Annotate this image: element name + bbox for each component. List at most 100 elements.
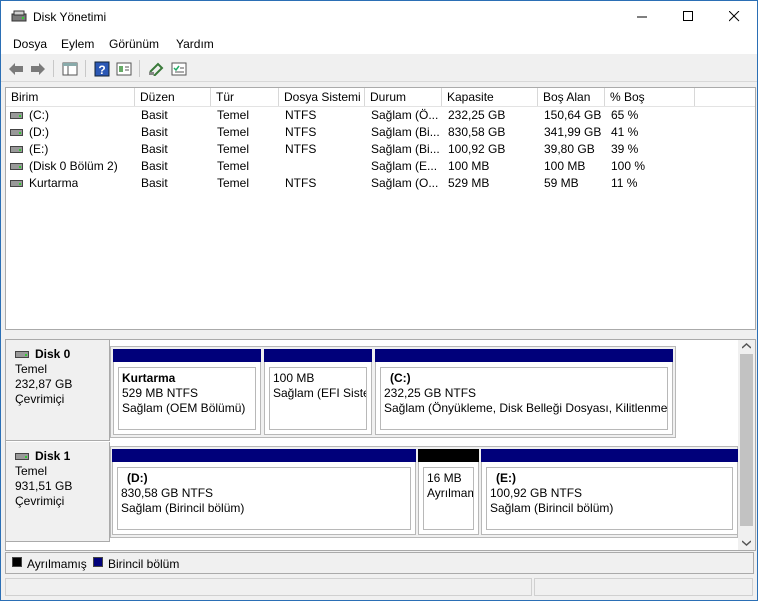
primary-partition-bar <box>113 349 261 362</box>
legend-bar: Ayrılmamış Birincil bölüm <box>5 552 754 574</box>
cell-yuzde-bos: 39 % <box>611 142 639 156</box>
title-bar: Disk Yönetimi <box>1 1 757 32</box>
maximize-icon <box>682 11 693 21</box>
close-button[interactable] <box>711 1 757 32</box>
partition-kurtarma[interactable]: Kurtarma 529 MB NTFS Sağlam (OEM Bölümü) <box>113 349 261 435</box>
cell-dosya-sistemi: NTFS <box>285 142 317 156</box>
graphical-view-scrollbar[interactable] <box>738 340 755 550</box>
cell-durum: Sağlam (O... <box>371 176 439 190</box>
status-segment <box>534 578 753 596</box>
cell-bos-alan: 59 MB <box>544 176 579 190</box>
cell-kapasite: 100 MB <box>448 159 490 173</box>
cell-durum: Sağlam (Bi... <box>371 125 440 139</box>
cell-kapasite: 232,25 GB <box>448 108 506 122</box>
cell-tur: Temel <box>217 108 250 122</box>
disk-icon <box>15 453 29 460</box>
column-header-dosya-sistemi[interactable]: Dosya Sistemi <box>279 88 365 106</box>
back-button[interactable] <box>7 60 25 77</box>
column-header-bos-alan[interactable]: Boş Alan <box>538 88 605 106</box>
volume-row[interactable]: Kurtarma Basit Temel NTFS Sağlam (O... 5… <box>6 175 755 192</box>
legend-primary: Birincil bölüm <box>108 557 180 571</box>
partition-info: 232,25 GB NTFS <box>384 386 477 400</box>
partition-status: Ayrılmamış <box>427 486 473 500</box>
cell-birim: (D:) <box>29 125 49 139</box>
partition-c[interactable]: (C:) 232,25 GB NTFS Sağlam (Önyükleme, D… <box>375 349 673 435</box>
menu-bar: Dosya Eylem Görünüm Yardım <box>1 32 757 54</box>
disk-0-label[interactable]: Disk 0 Temel 232,87 GB Çevrimiçi <box>6 340 110 441</box>
partition-status: Sağlam (EFI Sistem <box>273 386 366 400</box>
primary-partition-bar <box>375 349 673 362</box>
toolbar-separator <box>85 60 86 77</box>
status-bar <box>1 576 757 600</box>
cell-dosya-sistemi: NTFS <box>285 125 317 139</box>
cell-kapasite: 830,58 GB <box>448 125 506 139</box>
column-header-tur[interactable]: Tür <box>211 88 279 106</box>
volume-row[interactable]: (D:) Basit Temel NTFS Sağlam (Bi... 830,… <box>6 124 755 141</box>
cell-dosya-sistemi: NTFS <box>285 176 317 190</box>
toolbar-separator <box>139 60 140 77</box>
partition-name: Kurtarma <box>122 371 176 385</box>
cell-yuzde-bos: 65 % <box>611 108 639 122</box>
column-header-durum[interactable]: Durum <box>365 88 442 106</box>
forward-button[interactable] <box>29 60 47 77</box>
volume-row[interactable]: (Disk 0 Bölüm 2) Basit Temel Sağlam (E..… <box>6 158 755 175</box>
cell-birim: (C:) <box>29 108 49 122</box>
cell-birim: (Disk 0 Bölüm 2) <box>29 159 118 173</box>
menu-dosya[interactable]: Dosya <box>13 37 47 51</box>
rescan-button[interactable] <box>170 60 188 77</box>
key-icon <box>149 62 164 76</box>
cell-tur: Temel <box>217 142 250 156</box>
svg-text:?: ? <box>98 63 105 77</box>
partition-name: (E:) <box>496 471 516 485</box>
disk-status: Çevrimiçi <box>15 392 65 406</box>
partition-info: 100 MB <box>273 371 315 385</box>
scroll-down-icon[interactable] <box>742 540 751 546</box>
partition-unallocated[interactable]: 16 MB Ayrılmamış <box>418 449 479 535</box>
partition-status: Sağlam (Birincil bölüm) <box>121 501 245 515</box>
help-button[interactable]: ? <box>93 60 111 77</box>
disk-size: 931,51 GB <box>15 479 73 493</box>
properties-button[interactable] <box>115 60 133 77</box>
column-header-yuzde-bos[interactable]: % Boş <box>605 88 695 106</box>
partition-e[interactable]: (E:) 100,92 GB NTFS Sağlam (Birincil böl… <box>481 449 738 535</box>
partition-info: 100,92 GB NTFS <box>490 486 583 500</box>
disk-1-label[interactable]: Disk 1 Temel 931,51 GB Çevrimiçi <box>6 442 110 542</box>
partition-details: (D:) 830,58 GB NTFS Sağlam (Birincil böl… <box>117 467 411 530</box>
disk-type: Temel <box>15 464 48 478</box>
maximize-button[interactable] <box>665 1 711 32</box>
unallocated-swatch <box>12 557 22 567</box>
connect-disk-button[interactable] <box>147 60 165 77</box>
partition-efi[interactable]: 100 MB Sağlam (EFI Sistem <box>264 349 372 435</box>
menu-yardim[interactable]: Yardım <box>176 37 214 51</box>
volume-row[interactable]: (E:) Basit Temel NTFS Sağlam (Bi... 100,… <box>6 141 755 158</box>
unallocated-bar <box>418 449 479 462</box>
show-hide-console-tree-button[interactable] <box>61 60 79 77</box>
partition-d[interactable]: (D:) 830,58 GB NTFS Sağlam (Birincil böl… <box>112 449 416 535</box>
cell-bos-alan: 150,64 GB <box>544 108 602 122</box>
partition-details: 100 MB Sağlam (EFI Sistem <box>269 367 367 430</box>
pane-splitter[interactable] <box>5 333 756 338</box>
partition-status: Sağlam (Önyükleme, Disk Belleği Dosyası,… <box>384 401 668 415</box>
cell-tur: Temel <box>217 176 250 190</box>
minimize-button[interactable] <box>619 1 665 32</box>
cell-duzen: Basit <box>141 159 168 173</box>
cell-dosya-sistemi: NTFS <box>285 108 317 122</box>
partition-info: 16 MB <box>427 471 462 485</box>
primary-partition-bar <box>112 449 416 462</box>
help-icon: ? <box>94 61 110 77</box>
scrollbar-thumb[interactable] <box>740 354 753 526</box>
column-header-birim[interactable]: Birim <box>6 88 135 106</box>
disk-size: 232,87 GB <box>15 377 73 391</box>
cell-tur: Temel <box>217 159 250 173</box>
toolbar-separator <box>53 60 54 77</box>
menu-eylem[interactable]: Eylem <box>61 37 94 51</box>
column-header-kapasite[interactable]: Kapasite <box>442 88 538 106</box>
menu-gorunum[interactable]: Görünüm <box>109 37 159 51</box>
scroll-up-icon[interactable] <box>742 343 751 349</box>
column-header-duzen[interactable]: Düzen <box>135 88 211 106</box>
volume-row[interactable]: (C:) Basit Temel NTFS Sağlam (Ö... 232,2… <box>6 107 755 124</box>
cell-birim: Kurtarma <box>29 176 79 190</box>
partition-details: (E:) 100,92 GB NTFS Sağlam (Birincil böl… <box>486 467 733 530</box>
primary-swatch <box>93 557 103 567</box>
volume-list: Birim Düzen Tür Dosya Sistemi Durum Kapa… <box>5 87 756 330</box>
